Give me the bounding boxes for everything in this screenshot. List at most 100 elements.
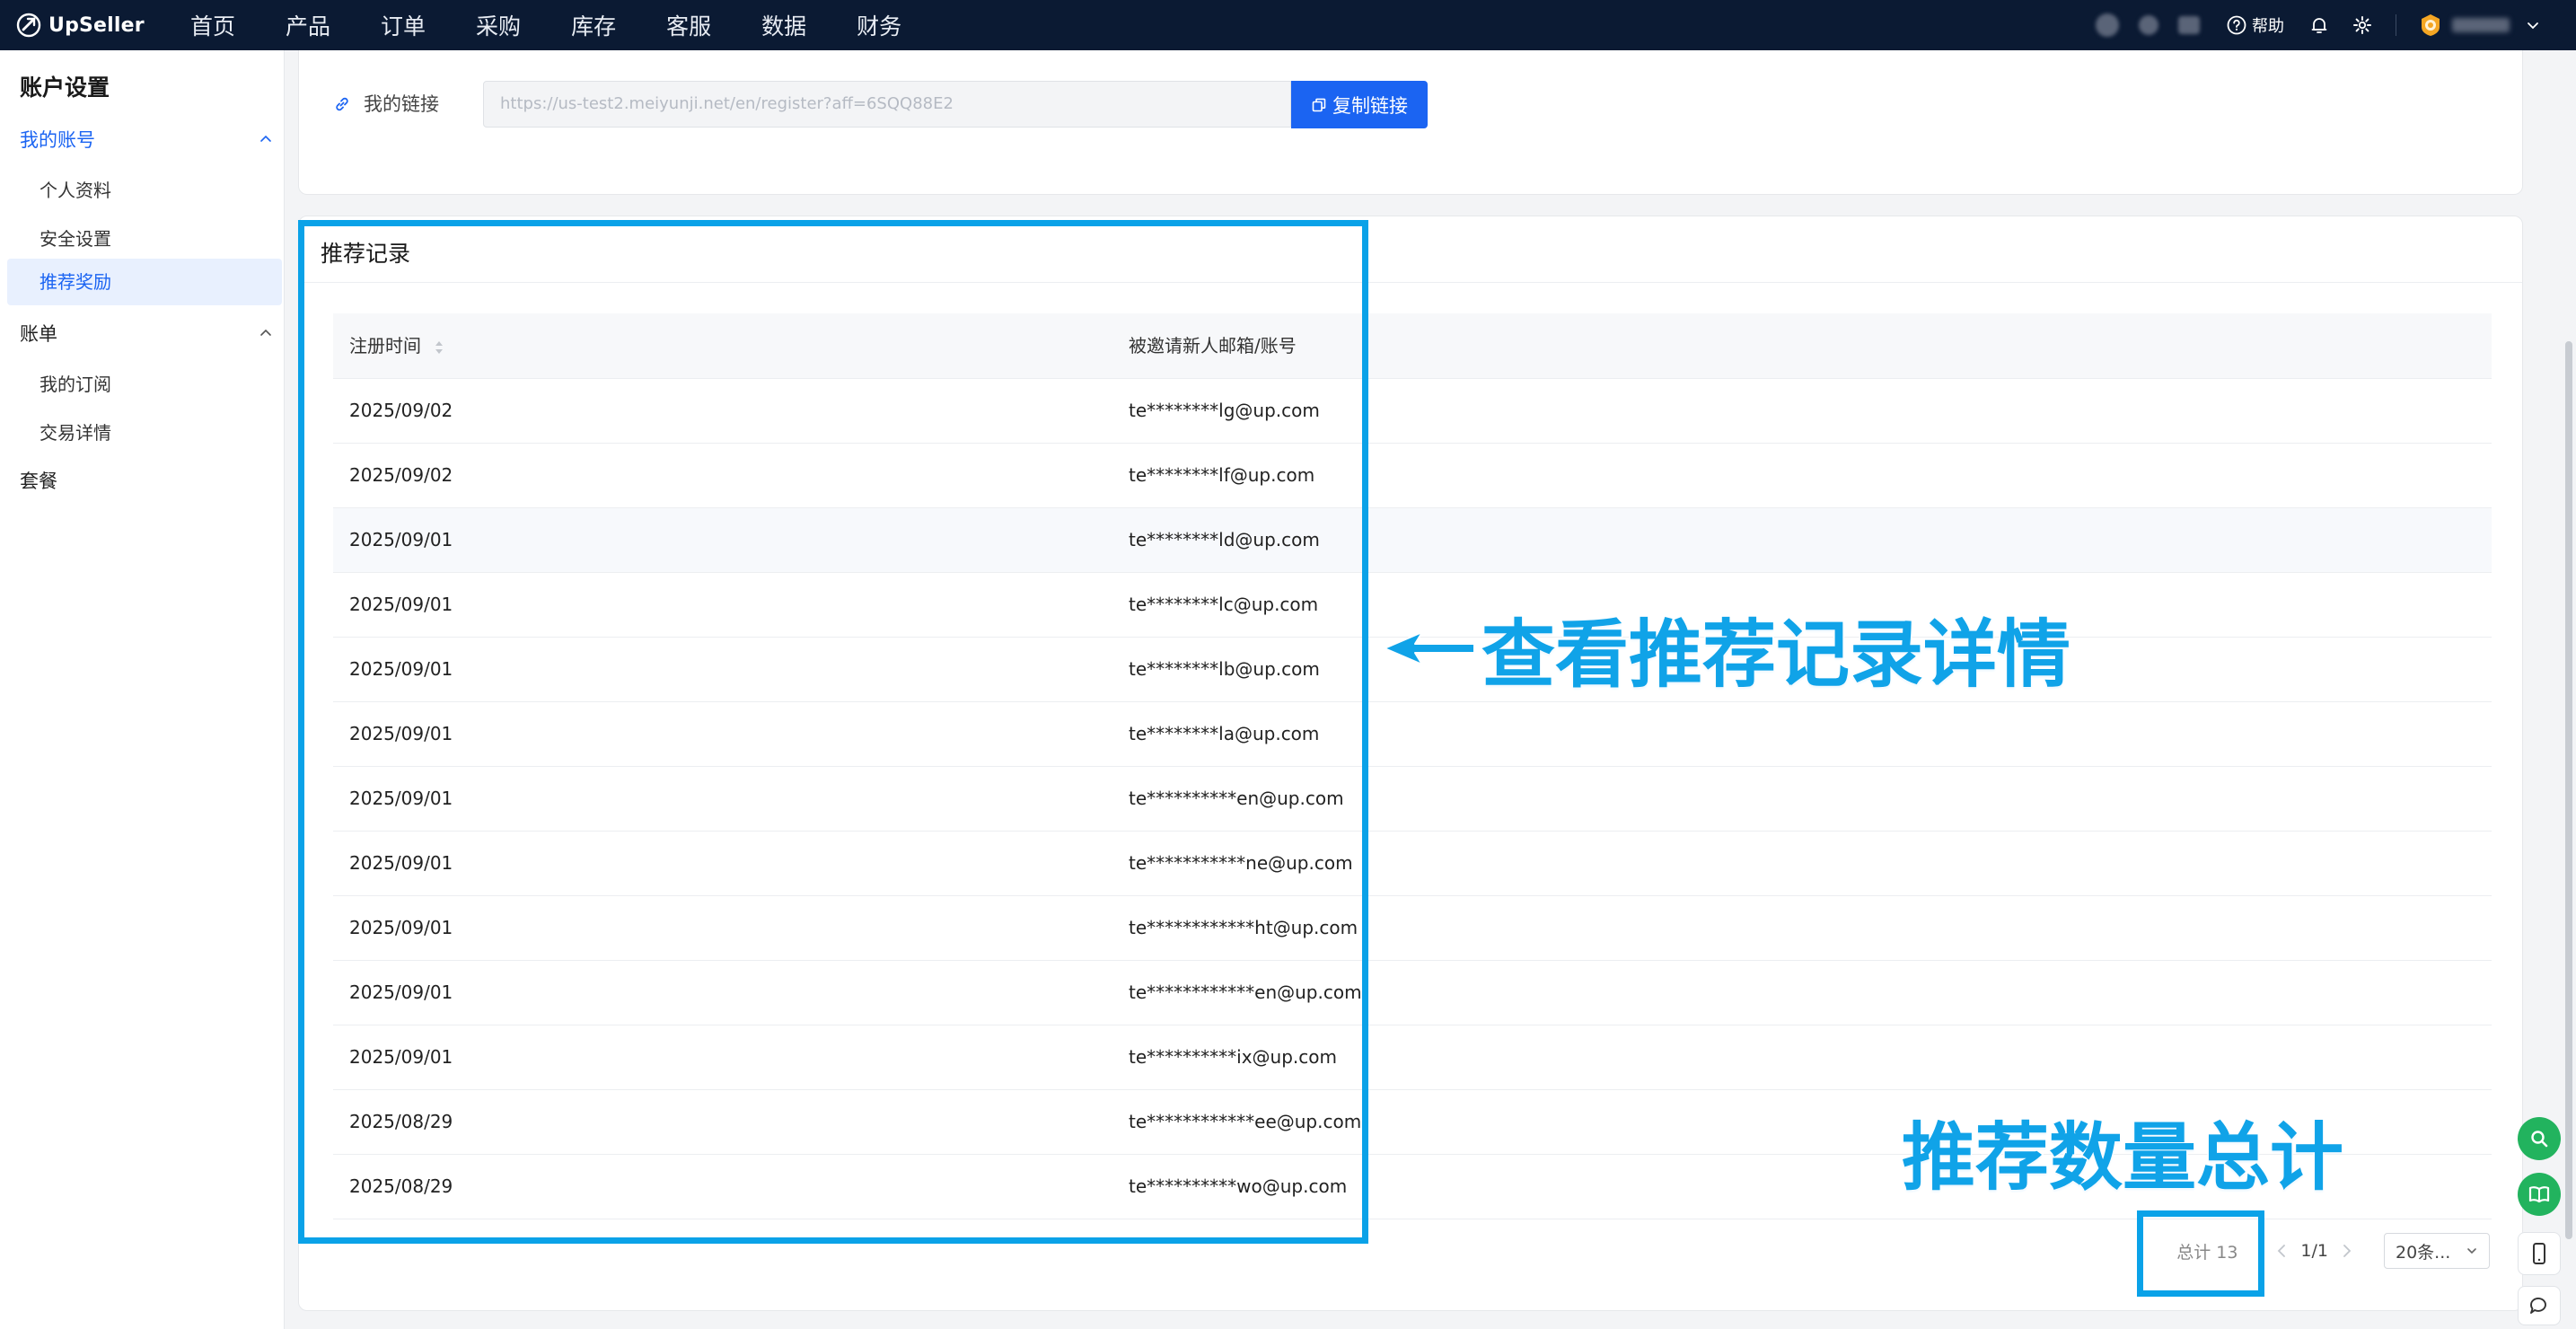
- bell-icon: [2311, 18, 2327, 33]
- sidebar-item-transactions[interactable]: 交易详情: [40, 418, 111, 444]
- copy-link-button[interactable]: 复制链接: [1291, 81, 1428, 128]
- nav-inventory[interactable]: 库存: [571, 9, 616, 41]
- row-register-time: 2025/09/01: [349, 852, 453, 874]
- column-header-invitee-email: 被邀请新人邮箱/账号: [1129, 335, 1297, 356]
- blurred-username: [2452, 18, 2510, 32]
- nav-products[interactable]: 产品: [286, 9, 330, 41]
- row-register-time: 2025/09/01: [349, 594, 453, 615]
- table-row: 2025/09/01 te********ld@up.com: [333, 508, 2492, 573]
- sidebar-item-referral-rewards[interactable]: 推荐奖励: [7, 259, 282, 305]
- referral-link-card: 我的链接 https://us-test2.meiyunji.net/en/re…: [298, 50, 2523, 195]
- referral-link-field[interactable]: https://us-test2.meiyunji.net/en/registe…: [483, 81, 1291, 128]
- settings-button[interactable]: [2352, 15, 2372, 35]
- blurred-screen-icon[interactable]: [2178, 16, 2200, 34]
- records-divider: [299, 282, 2522, 283]
- nav-finance[interactable]: 财务: [857, 9, 901, 41]
- row-invitee-email: te********la@up.com: [1129, 723, 1320, 744]
- sidebar-group-label: 账单: [20, 323, 57, 345]
- nav-orders[interactable]: 订单: [381, 9, 426, 41]
- sidebar-group-my-account[interactable]: 我的账号: [20, 126, 280, 153]
- chevron-up-icon: [260, 329, 271, 336]
- row-register-time: 2025/09/01: [349, 788, 453, 809]
- sidebar-item-security[interactable]: 安全设置: [40, 224, 111, 251]
- chevron-up-icon: [260, 135, 271, 142]
- page-indicator: 1/1: [2300, 1241, 2328, 1261]
- row-invitee-email: te************ht@up.com: [1129, 917, 1358, 938]
- chevron-down-icon: [2467, 1248, 2476, 1254]
- gear-icon: [2353, 16, 2371, 34]
- table-row: 2025/09/01 te***********ne@up.com: [333, 832, 2492, 896]
- table-row: 2025/09/01 te**********ix@up.com: [333, 1025, 2492, 1090]
- row-register-time: 2025/08/29: [349, 1175, 453, 1197]
- referral-records-table: 注册时间 被邀请新人邮箱/账号 2025/09/02 te********lg@…: [333, 313, 2492, 1219]
- sort-icon[interactable]: [434, 339, 444, 356]
- floating-search-button[interactable]: [2518, 1117, 2561, 1160]
- upseller-logo-icon: [16, 13, 41, 38]
- records-callout-text: 查看推荐记录详情: [1480, 612, 2071, 700]
- floating-chat-button[interactable]: [2518, 1286, 2561, 1325]
- vip-badge-icon: [2422, 14, 2440, 36]
- sidebar-title: 账户设置: [20, 75, 110, 101]
- nav-data[interactable]: 数据: [761, 9, 806, 41]
- callout-arrow-icon: [1384, 631, 1475, 665]
- help-label: 帮助: [2252, 17, 2284, 36]
- pagination: 总计 13 1/1 20条...: [2176, 1233, 2490, 1269]
- row-register-time: 2025/08/29: [349, 1111, 453, 1132]
- row-register-time: 2025/09/02: [349, 400, 453, 421]
- table-row: 2025/09/01 te********la@up.com: [333, 702, 2492, 767]
- nav-home[interactable]: 首页: [190, 9, 235, 41]
- row-invitee-email: te**********wo@up.com: [1129, 1175, 1348, 1197]
- sidebar-group-billing[interactable]: 账单: [20, 320, 280, 347]
- help-circle-icon: [2227, 15, 2246, 35]
- chat-bubble-icon: [2530, 1298, 2546, 1314]
- floating-guide-button[interactable]: [2518, 1173, 2561, 1216]
- row-invitee-email: te************ee@up.com: [1129, 1111, 1362, 1132]
- sidebar-item-profile[interactable]: 个人资料: [40, 176, 111, 202]
- book-icon: [2528, 1186, 2550, 1203]
- top-nav-bar: UpSeller 首页 产品 订单 采购 库存 客服 数据 财务 帮助: [0, 0, 2576, 50]
- sidebar-group-plans[interactable]: 套餐: [20, 467, 280, 494]
- help-button[interactable]: 帮助: [2227, 13, 2284, 37]
- chevron-right-icon: [2343, 1245, 2352, 1257]
- mobile-phone-icon: [2533, 1243, 2545, 1264]
- column-header-register-time[interactable]: 注册时间: [349, 313, 444, 378]
- search-icon: [2531, 1131, 2548, 1148]
- row-register-time: 2025/09/01: [349, 1046, 453, 1068]
- sidebar-group-label: 我的账号: [20, 129, 95, 151]
- table-row: 2025/09/01 te************ht@up.com: [333, 896, 2492, 961]
- account-settings-sidebar: 账户设置 我的账号 个人资料 安全设置 推荐奖励 账单 我的订阅 交易详情 套餐: [0, 50, 285, 1329]
- table-header: 注册时间 被邀请新人邮箱/账号: [333, 313, 2492, 379]
- nav-purchase[interactable]: 采购: [476, 9, 521, 41]
- notification-button[interactable]: [2309, 15, 2329, 35]
- row-register-time: 2025/09/01: [349, 917, 453, 938]
- records-title: 推荐记录: [321, 241, 411, 267]
- page-scrollbar[interactable]: [2565, 341, 2572, 1239]
- prev-page-button[interactable]: [2275, 1243, 2288, 1259]
- app-logo[interactable]: UpSeller: [16, 13, 171, 38]
- sidebar-group-label: 套餐: [20, 471, 57, 492]
- user-menu[interactable]: [2418, 13, 2540, 38]
- row-invitee-email: te********lb@up.com: [1129, 658, 1320, 680]
- row-register-time: 2025/09/01: [349, 658, 453, 680]
- total-callout-text: 推荐数量总计: [1900, 1114, 2344, 1202]
- logo-text: UpSeller: [48, 13, 145, 37]
- total-count: 总计 13: [2176, 1242, 2238, 1263]
- row-invitee-email: te***********ne@up.com: [1129, 852, 1353, 874]
- sidebar-item-subscriptions[interactable]: 我的订阅: [40, 370, 111, 396]
- row-invitee-email: te********lg@up.com: [1129, 400, 1320, 421]
- row-invitee-email: te************en@up.com: [1129, 981, 1362, 1003]
- row-invitee-email: te**********en@up.com: [1129, 788, 1344, 809]
- blurred-globe-icon[interactable]: [2096, 13, 2119, 37]
- chevron-left-icon: [2278, 1245, 2286, 1257]
- next-page-button[interactable]: [2341, 1243, 2353, 1259]
- nav-customer-service[interactable]: 客服: [666, 9, 711, 41]
- table-row: 2025/09/02 te********lf@up.com: [333, 444, 2492, 508]
- top-right-tools: 帮助: [2096, 0, 2540, 50]
- page-size-select[interactable]: 20条...: [2384, 1233, 2490, 1269]
- row-invitee-email: te********lf@up.com: [1129, 464, 1315, 486]
- table-row: 2025/09/01 te**********en@up.com: [333, 767, 2492, 832]
- blurred-tool-icon[interactable]: [2139, 15, 2158, 35]
- row-invitee-email: te********ld@up.com: [1129, 529, 1320, 550]
- floating-mobile-button[interactable]: [2518, 1232, 2561, 1275]
- chevron-down-icon: [2528, 22, 2538, 30]
